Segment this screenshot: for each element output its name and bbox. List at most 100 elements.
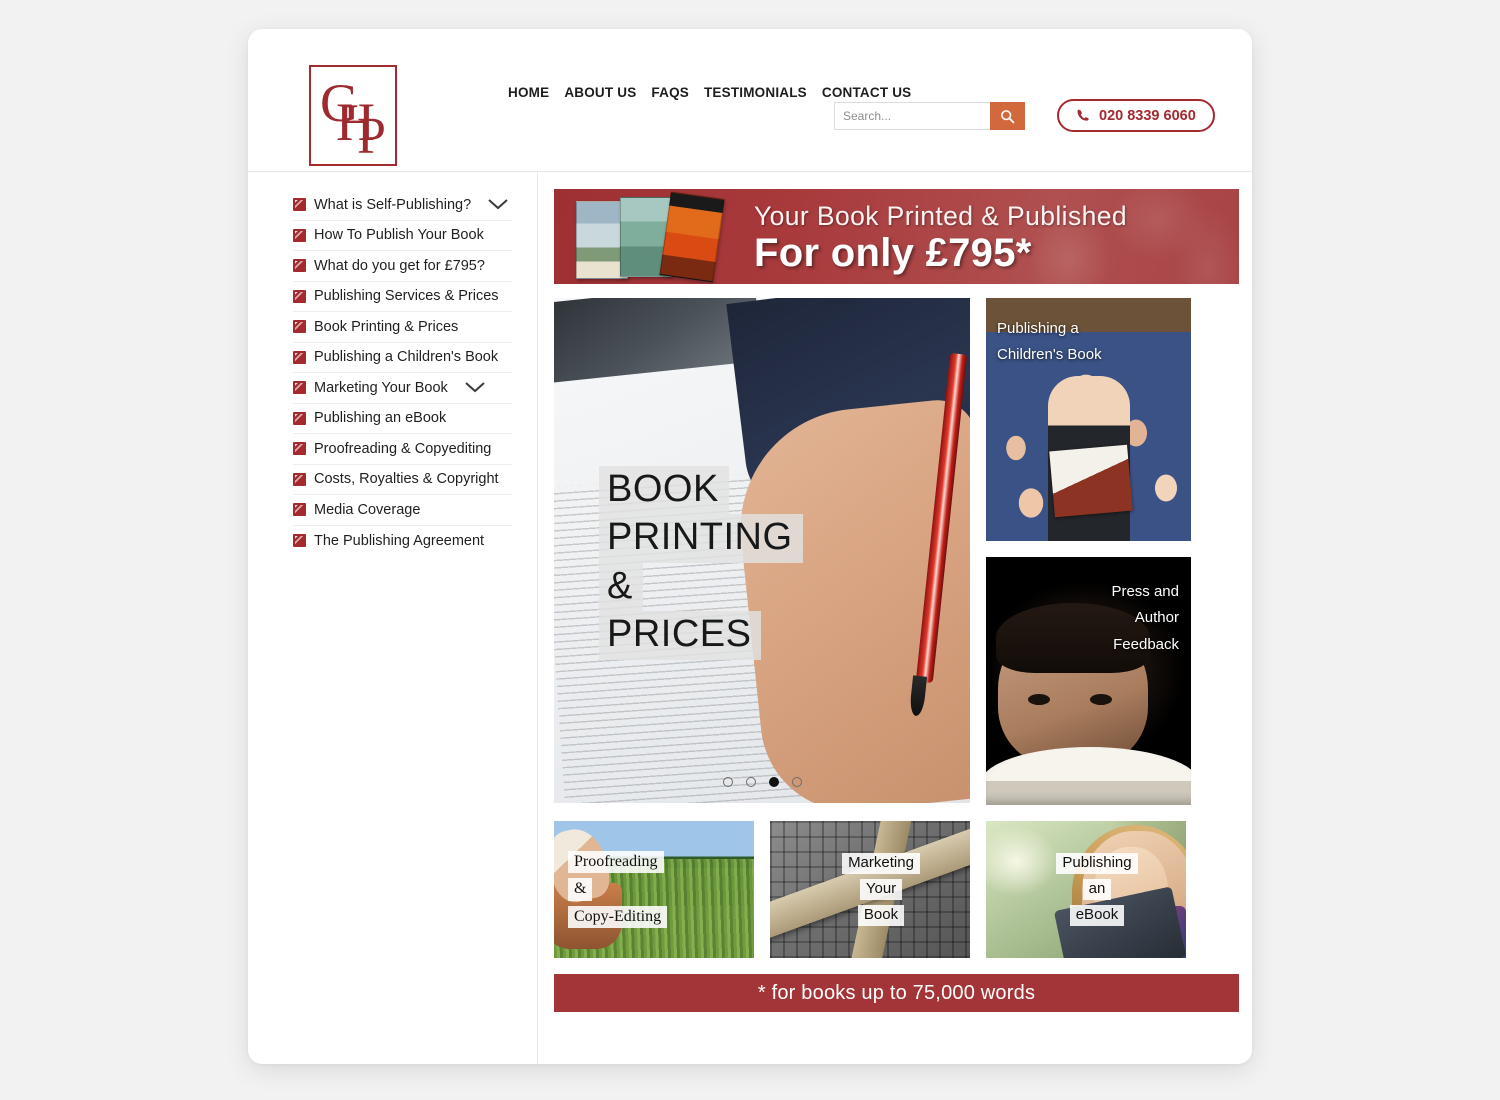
book-cover-3 [659,191,725,283]
promo-price: For only £795* [754,231,1032,275]
chevron-down-icon[interactable] [464,381,486,394]
bullet-icon [293,198,306,212]
right-tiles: Publishing a Children's Book Press and A… [986,298,1191,805]
tile-caption-line-1: Press and [1111,583,1179,600]
sidebar-item-publishing-an-ebook[interactable]: Publishing an eBook [293,404,512,434]
sidebar-item-label: How To Publish Your Book [314,227,484,244]
sidebar-item-media-coverage[interactable]: Media Coverage [293,495,512,526]
tile-caption-line-2: & [568,878,593,901]
promo-headline: Your Book Printed & Published [754,201,1128,231]
tile-caption: Publishing an eBook [986,821,1186,958]
carousel-dots [554,777,970,787]
tile-caption: Marketing Your Book [770,821,970,958]
hero-caption-line-2: PRINTING [599,514,803,563]
bullet-icon [293,534,306,548]
sidebar-item-what-do-you-get-for-795[interactable]: What do you get for £795? [293,251,512,282]
press-eye-right [1090,694,1112,705]
sidebar-item-label: Proofreading & Copyediting [314,440,492,457]
bullet-icon [293,350,306,364]
tile-caption-line-3: Feedback [1113,635,1179,653]
chevron-down-icon[interactable] [487,198,509,211]
hero-caption-line-3: & [599,562,643,612]
sidebar-item-how-to-publish-your-book[interactable]: How To Publish Your Book [293,221,512,251]
promo-banner[interactable]: Your Book Printed & Published For only £… [554,189,1239,284]
hero-caption-line-1: BOOK [599,466,729,515]
tile-caption-line-2: Your [859,878,903,901]
sidebar-item-what-is-self-publishing[interactable]: What is Self-Publishing? [293,190,512,221]
nav-item-about-us[interactable]: ABOUT US [564,85,636,100]
sidebar-item-label: Media Coverage [314,501,421,518]
bullet-icon [293,259,306,273]
tile-caption-line-1: Proofreading [568,850,664,874]
sidebar-item-label: Costs, Royalties & Copyright [314,471,499,488]
logo[interactable]: G H P [309,65,397,166]
footnote-text: * for books up to 75,000 words [757,981,1036,1004]
tile-caption-line-1: Publishing a [997,320,1079,337]
sidebar-item-label: Publishing a Children's Book [314,349,499,366]
tile-caption: Proofreading & Copy-Editing [554,821,754,958]
press-open-book [986,747,1191,805]
tile-caption-line-1: Publishing [1056,852,1138,874]
logo-letter-p: P [357,108,386,165]
carousel-dot-2[interactable] [745,777,756,787]
hero-carousel[interactable]: BOOK PRINTING & PRICES [554,298,970,803]
sidebar-item-marketing-your-book[interactable]: Marketing Your Book [293,373,512,404]
book-covers-image [568,191,728,283]
sidebar-item-label: Marketing Your Book [314,379,448,396]
sidebar-item-proofreading-and-copyediting[interactable]: Proofreading & Copyediting [293,434,512,465]
tile-press-and-author-feedback[interactable]: Press and Author Feedback [986,557,1191,805]
sidebar-item-costs-royalties-and-copyright[interactable]: Costs, Royalties & Copyright [293,465,512,495]
tile-caption-line-3: Book [857,905,905,927]
bullet-icon [293,442,306,456]
bullet-icon [293,228,306,242]
bullet-icon [293,381,306,395]
feature-grid: BOOK PRINTING & PRICES Publishing a Chil… [554,298,1239,805]
hero-caption-line-4: PRICES [599,611,762,660]
sidebar-item-publishing-a-childrens-book[interactable]: Publishing a Children's Book [293,343,512,373]
search-icon [1001,109,1015,123]
bullet-icon [293,320,306,334]
footnote-bar: * for books up to 75,000 words [554,974,1239,1012]
carousel-dot-1[interactable] [722,777,733,787]
tile-caption: Press and Author Feedback [1111,579,1179,658]
bullet-icon [293,472,306,486]
tile-caption-line-1: Marketing [842,852,920,874]
bullet-icon [293,503,306,517]
tile-caption-line-2: Author [1134,609,1179,627]
sidebar-item-label: Book Printing & Prices [314,318,459,335]
tile-caption-line-3: eBook [1069,905,1125,927]
phone-button[interactable]: 020 8339 6060 [1057,99,1215,132]
sidebar-item-the-publishing-agreement[interactable]: The Publishing Agreement [293,526,512,557]
sidebar-item-label: Publishing an eBook [314,410,447,427]
nav-item-home[interactable]: HOME [508,85,549,100]
carousel-dot-4[interactable] [791,777,802,787]
nav-item-faqs[interactable]: FAQS [651,85,689,100]
bottom-tiles: Proofreading & Copy-Editing Marketing Yo… [554,821,1239,958]
nav-item-contact-us[interactable]: CONTACT US [822,85,912,100]
tile-caption-line-2: an [1082,878,1112,901]
site-header: G H P HOME ABOUT US FAQS TESTIMONIALS CO… [248,29,1252,172]
tile-publishing-an-ebook[interactable]: Publishing an eBook [986,821,1186,958]
tile-proofreading-and-copy-editing[interactable]: Proofreading & Copy-Editing [554,821,754,958]
search-input[interactable] [834,102,990,130]
carousel-dot-3-active[interactable] [768,777,779,787]
sidebar-item-book-printing-and-prices[interactable]: Book Printing & Prices [293,312,512,343]
nav-item-testimonials[interactable]: TESTIMONIALS [704,85,807,100]
sidebar-item-label: Publishing Services & Prices [314,288,499,305]
logo-monogram: G H P [311,67,395,164]
sidebar-item-label: The Publishing Agreement [314,532,485,549]
main-content: Your Book Printed & Published For only £… [538,172,1252,1064]
sidebar: What is Self-Publishing? How To Publish … [248,172,538,1064]
hero-caption: BOOK PRINTING & PRICES [599,466,803,660]
tile-caption-line-2: Children's Book [997,346,1102,364]
tile-publishing-a-childrens-book[interactable]: Publishing a Children's Book [986,298,1191,541]
search-form [834,102,1025,130]
search-button[interactable] [990,102,1025,130]
bullet-icon [293,289,306,303]
page-card: G H P HOME ABOUT US FAQS TESTIMONIALS CO… [248,29,1252,1064]
bullet-icon [293,411,306,425]
sidebar-item-label: What do you get for £795? [314,257,485,274]
phone-number: 020 8339 6060 [1099,107,1196,124]
tile-marketing-your-book[interactable]: Marketing Your Book [770,821,970,958]
sidebar-item-publishing-services-and-prices[interactable]: Publishing Services & Prices [293,282,512,312]
